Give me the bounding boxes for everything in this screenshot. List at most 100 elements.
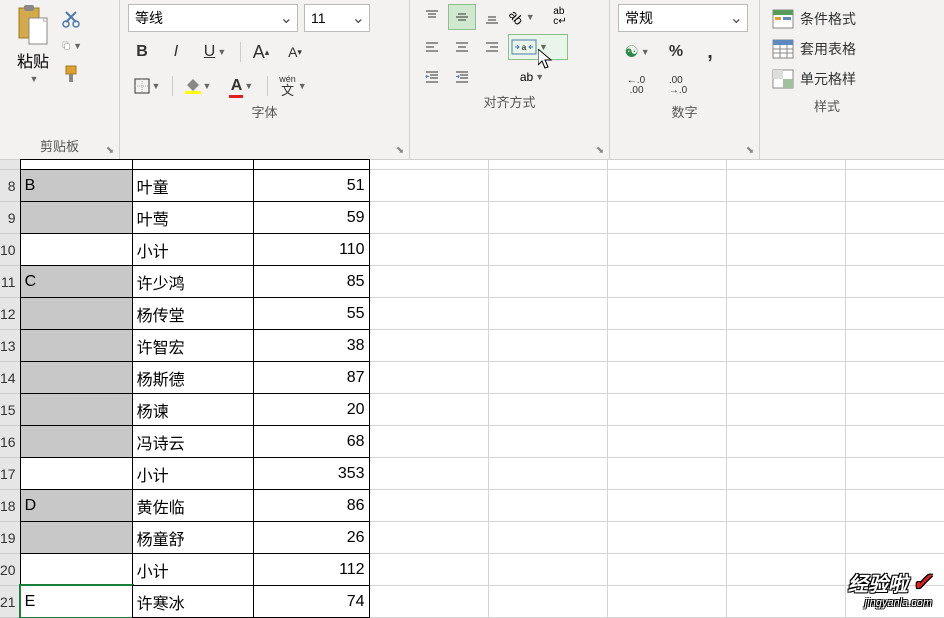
cell[interactable]	[727, 202, 846, 234]
comma-button[interactable]: ,	[696, 38, 724, 66]
cell[interactable]	[846, 266, 944, 298]
cell[interactable]	[489, 202, 608, 234]
cell[interactable]: 86	[253, 489, 370, 522]
cell[interactable]	[489, 554, 608, 586]
cell[interactable]: 68	[253, 425, 370, 458]
cell[interactable]	[370, 234, 489, 266]
cell[interactable]	[370, 522, 489, 554]
number-format-select[interactable]: 常规 ⌄	[618, 4, 748, 32]
cell[interactable]: 20	[253, 393, 370, 426]
cell[interactable]	[727, 490, 846, 522]
cell[interactable]: 杨传堂	[132, 297, 254, 330]
cell[interactable]	[370, 298, 489, 330]
cell[interactable]	[846, 426, 944, 458]
cell[interactable]	[489, 426, 608, 458]
row-header[interactable]: 14	[0, 362, 21, 394]
format-painter-button[interactable]	[62, 64, 82, 84]
percent-button[interactable]: %	[662, 38, 690, 66]
cell[interactable]	[20, 297, 133, 330]
underline-button[interactable]: U▼	[196, 38, 234, 66]
cell[interactable]	[370, 170, 489, 202]
cell[interactable]: 85	[253, 265, 370, 298]
cell[interactable]	[608, 490, 727, 522]
cell[interactable]	[608, 394, 727, 426]
cell[interactable]	[370, 490, 489, 522]
cell[interactable]	[489, 458, 608, 490]
align-bottom-button[interactable]	[478, 4, 506, 30]
cell[interactable]	[20, 553, 133, 586]
cell[interactable]	[489, 362, 608, 394]
conditional-formatting-button[interactable]: 条件格式	[772, 4, 882, 34]
cell[interactable]	[727, 362, 846, 394]
cell[interactable]: 110	[253, 233, 370, 266]
cell[interactable]	[20, 201, 133, 234]
decrease-indent-button[interactable]	[418, 64, 446, 90]
cut-button[interactable]	[62, 8, 82, 28]
row-header[interactable]: 17	[0, 458, 21, 490]
align-middle-button[interactable]	[448, 4, 476, 30]
row-header[interactable]: 21	[0, 586, 21, 618]
cell[interactable]	[370, 202, 489, 234]
cell[interactable]	[20, 521, 133, 554]
cell[interactable]	[370, 394, 489, 426]
row-header[interactable]: 15	[0, 394, 21, 426]
cell[interactable]: 26	[253, 521, 370, 554]
cell[interactable]: 杨童舒	[132, 521, 254, 554]
cell[interactable]	[727, 298, 846, 330]
merge-dropdown-button[interactable]: ab▼	[510, 64, 554, 90]
cell[interactable]: 353	[253, 457, 370, 490]
cell[interactable]	[846, 458, 944, 490]
cell[interactable]: 小计	[132, 457, 254, 490]
cell[interactable]	[727, 234, 846, 266]
cell[interactable]	[370, 266, 489, 298]
phonetic-button[interactable]: wén文 ▼	[274, 72, 312, 100]
cell[interactable]	[608, 522, 727, 554]
borders-button[interactable]: ▼	[128, 72, 166, 100]
cell[interactable]: B	[20, 169, 133, 202]
cell[interactable]	[727, 586, 846, 618]
increase-decimal-button[interactable]: ←.0 .00	[618, 72, 654, 100]
cell[interactable]: C	[20, 265, 133, 298]
cell[interactable]	[370, 362, 489, 394]
cell[interactable]	[20, 425, 133, 458]
cell[interactable]	[608, 202, 727, 234]
cell-styles-button[interactable]: 单元格样	[772, 64, 882, 94]
cell[interactable]	[608, 298, 727, 330]
decrease-decimal-button[interactable]: .00→.0	[660, 72, 696, 100]
cell[interactable]: 许少鸿	[132, 265, 254, 298]
row-header[interactable]: 16	[0, 426, 21, 458]
cell[interactable]	[489, 330, 608, 362]
cell[interactable]: 冯诗云	[132, 425, 254, 458]
cell[interactable]	[727, 426, 846, 458]
cell[interactable]	[608, 554, 727, 586]
row-header[interactable]: 19	[0, 522, 21, 554]
row-header[interactable]: 10	[0, 234, 21, 266]
cell[interactable]	[846, 234, 944, 266]
cell[interactable]: 87	[253, 361, 370, 394]
cell[interactable]: E	[20, 585, 133, 618]
increase-indent-button[interactable]	[448, 64, 476, 90]
cell[interactable]	[608, 426, 727, 458]
copy-button[interactable]: ▼	[62, 36, 82, 56]
row-header[interactable]: 12	[0, 298, 21, 330]
row-header[interactable]: 13	[0, 330, 21, 362]
grid[interactable]: B叶童51叶莺59小计110C许少鸿85杨传堂55许智宏38杨斯德87杨谏20冯…	[21, 160, 944, 617]
align-left-button[interactable]	[418, 34, 446, 60]
cell[interactable]: 许智宏	[132, 329, 254, 362]
bold-button[interactable]: B	[128, 38, 156, 66]
cell[interactable]	[489, 170, 608, 202]
cell[interactable]	[727, 266, 846, 298]
font-color-button[interactable]: A ▼	[223, 72, 261, 100]
cell[interactable]	[20, 361, 133, 394]
cell[interactable]	[489, 394, 608, 426]
cell[interactable]: 51	[253, 169, 370, 202]
font-name-select[interactable]: 等线 ⌄	[128, 4, 298, 32]
cell[interactable]	[608, 234, 727, 266]
cell[interactable]	[20, 393, 133, 426]
align-top-button[interactable]	[418, 4, 446, 30]
cell[interactable]	[370, 458, 489, 490]
merge-center-button[interactable]: a ▼	[508, 34, 568, 60]
cell[interactable]: 杨谏	[132, 393, 254, 426]
cell[interactable]	[727, 554, 846, 586]
cell[interactable]	[727, 170, 846, 202]
